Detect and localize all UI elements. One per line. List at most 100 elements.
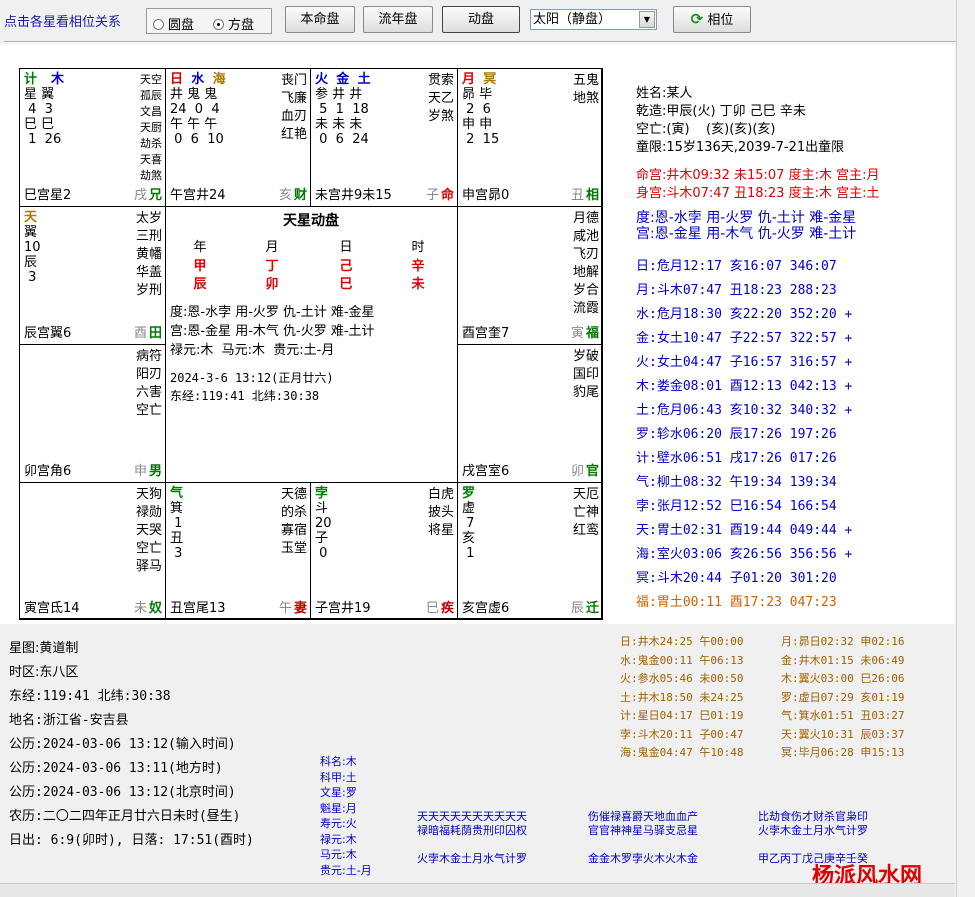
year-branch: 辰 [193,277,207,292]
natal-chart-button[interactable]: 本命盘 [285,6,355,33]
star-name: 红艳 [280,127,307,142]
center-title: 天星动盘 [283,213,339,229]
planet-row[interactable]: 木:娄金08:01 酉12:13 042:13 + [636,375,852,394]
meta-line: 时区:东八区 [9,665,79,680]
dynamic-chart-button[interactable]: 动盘 [442,6,520,33]
transit-row: 计:星日04:17 巳01:19 [620,709,744,722]
palace-zi[interactable]: 孛 斗 20 子 0 白虎 披头 将星 子宫井19 巳疾 [310,482,458,620]
star-name: 国印 [572,367,599,382]
month-stem: 丁 [265,259,279,274]
star-list: 白虎 披头 将星 [428,486,454,540]
star-name: 天喜 [140,153,162,166]
star-name: 天乙 [427,91,454,106]
star-name: 病符 [135,349,162,364]
star-name: 岁破 [572,349,599,364]
refresh-icon: ⟳ [690,10,704,28]
chevron-down-icon[interactable]: ▼ [639,11,655,28]
meta-line: 农历:二〇二四年正月廿六日未时(昼生) [9,809,241,824]
meta-line: 地名:浙江省-安吉县 [9,713,129,728]
transit-row: 天:翼火10:31 辰03:37 [781,727,905,741]
vertical-scrollbar[interactable] [956,0,975,897]
star-name: 飞刃 [572,247,599,262]
planet-row[interactable]: 罗:轸水06:20 辰17:26 197:26 [636,423,837,442]
star-list: 天厄 亡神 红鸾 [573,486,599,540]
transit-row: 木:翼火03:00 巳26:06 [781,672,905,685]
aspect-button[interactable]: ⟳ 相位 [673,6,751,33]
planet-row[interactable]: 火:女土04:47 子16:57 316:57 + [636,351,852,370]
aspect-hint-link[interactable]: 点击各星看相位关系 [4,11,121,30]
toolbar-divider [4,41,956,43]
star-name: 贯索 [427,73,454,88]
palace-you[interactable]: 月德 咸池 飞刃 地解 岁合 流霞 酉宫奎7 寅福 [457,206,603,345]
star-list: 太岁 三刑 黄幡 华盖 岁刑 [136,210,162,300]
planet-row[interactable]: 金:女土10:47 子22:57 322:57 + [636,327,852,346]
element-line: 文星:罗 [320,786,357,799]
month-branch: 卯 [265,277,279,292]
transit-row: 孛:斗木20:11 子00:47 [620,727,744,741]
star-name: 月德 [572,211,599,226]
transit-row: 冥:毕月06:28 申15:13 [781,746,905,759]
star-list: 病符 阳刃 六害 空亡 [136,348,162,420]
planet-row[interactable]: 天:胃土02:31 酉19:44 049:44 + [636,519,852,538]
star-name: 地解 [572,265,599,280]
star-name: 三刑 [135,229,162,244]
palace-wei[interactable]: 火 金 土 参 井 井 5 1 18 未 未 未 0 6 24 贯索 天乙 岁煞 未… [310,68,458,207]
star-name: 天空 [140,73,162,86]
meta-line: 星图:黄道制 [9,641,79,656]
planet-row[interactable]: 土:危月06:43 亥10:32 340:32 + [636,399,852,418]
meta-line: 日出: 6:9(卯时), 日落: 17:51(酉时) [9,833,254,848]
planet-row[interactable]: 日:危月12:17 亥16:07 346:07 [636,255,837,274]
planet-row[interactable]: 福:胃土00:11 酉17:23 047:23 [636,591,837,610]
star-name: 天哭 [135,523,162,538]
annual-chart-button[interactable]: 流年盘 [363,6,433,33]
mode-square-radio[interactable]: 方盘 [213,14,254,33]
star-table-2: 伤催禄喜爵天地血血产 官官神神星马驿支忌星 金金木罗孛火木火木金 [588,810,698,865]
palace-mao[interactable]: 病符 阳刃 六害 空亡 卯宫角6 申男 [19,344,166,483]
element-line: 魁星:月 [320,801,357,815]
palace-xu[interactable]: 岁破 国印 豹尾 戌宫室6 卯官 [457,344,603,483]
star-name: 血刃 [280,109,307,124]
planet-row[interactable]: 月:斗木07:47 丑18:23 288:23 [636,279,837,298]
kongwang: 空亡:(寅) (亥)(亥)(亥) [636,122,776,137]
star-name: 天厄 [572,487,599,502]
bazi: 乾造:甲辰(火) 丁卯 己巳 辛未 [636,104,806,119]
star-table-1: 天天天天天天天天天天 禄暗福耗荫贵刑印囚权 火孛木金土月水气计罗 [417,810,527,865]
star-name: 六害 [135,385,162,400]
palace-chen[interactable]: 天 翼 10 辰 3 太岁 三刑 黄幡 华盖 岁刑 辰宫翼6 酉田 [19,206,166,345]
planet-row[interactable]: 气:柳土08:32 午19:34 139:34 [636,471,837,490]
star-list: 岁破 国印 豹尾 [573,348,599,402]
star-name: 飞廉 [280,91,307,106]
planet-row[interactable]: 计:壁水06:51 戌17:26 017:26 [636,447,837,466]
planet-row[interactable]: 孛:张月12:52 巳16:54 166:54 [636,495,837,514]
palace-si[interactable]: 计木 星 翼 4 3 巳 巳 1 26 天空 孤辰 文昌 天厨 劫杀 天喜 劫煞 巳宫星2 … [19,68,166,207]
star-name: 华盖 [135,265,162,280]
star-name: 流霞 [572,301,599,316]
palace-shen[interactable]: 月 冥 昴 毕 2 6 申 申 2 15 五鬼 地煞 申宫昴0 丑相 [457,68,603,207]
planet-select[interactable]: 太阳（静盘） ▼ [530,9,657,30]
transit-row: 日:井木24:25 午00:00 [620,635,744,648]
star-name: 驿马 [135,559,162,574]
palace-chou[interactable]: 气 箕 1 丑 3 天德 的杀 寡宿 玉堂 丑宫尾13 午妻 [165,482,311,620]
star-name: 丧门 [280,73,307,88]
star-name: 劫杀 [140,137,162,150]
palace-hai[interactable]: 罗 虚 7 亥 1 天厄 亡神 红鸾 亥宫虚6 辰迁 [457,482,603,620]
star-name: 文昌 [140,105,162,118]
day-branch: 巳 [339,277,353,292]
year-stem: 甲 [193,259,207,274]
star-list: 天空 孤辰 文昌 天厨 劫杀 天喜 劫煞 [140,72,162,184]
palace-yin[interactable]: 天狗 禄勋 天哭 空亡 驿马 寅宫氐14 未奴 [19,482,166,620]
planet-row[interactable]: 海:室火03:06 亥26:56 356:56 + [636,543,852,562]
mode-circle-radio[interactable]: 圆盘 [153,14,194,33]
person-name: 姓名:某人 [636,86,693,101]
star-list: 天狗 禄勋 天哭 空亡 驿马 [136,486,162,576]
planet-row[interactable]: 水:危月18:30 亥22:20 352:20 + [636,303,852,322]
star-list: 五鬼 地煞 [573,72,599,108]
toolbar: 点击各星看相位关系 圆盘 方盘 本命盘 流年盘 动盘 太阳（静盘） ▼ ⟳ 相位 [0,0,975,40]
horizontal-scrollbar[interactable] [0,883,955,897]
star-name: 阳刃 [135,367,162,382]
star-list: 丧门 飞廉 血刃 红艳 [281,72,307,144]
chart-grid: 计木 星 翼 4 3 巳 巳 1 26 天空 孤辰 文昌 天厨 劫杀 天喜 劫煞 巳宫星2 … [19,68,603,620]
planet-row[interactable]: 冥:斗木20:44 子01:20 301:20 [636,567,837,586]
hour-branch: 未 [411,277,425,292]
palace-wu[interactable]: 日 水 海 井 鬼 鬼 24 0 4 午 午 午 0 6 10 丧门 飞廉 血刃 红艳… [165,68,311,207]
